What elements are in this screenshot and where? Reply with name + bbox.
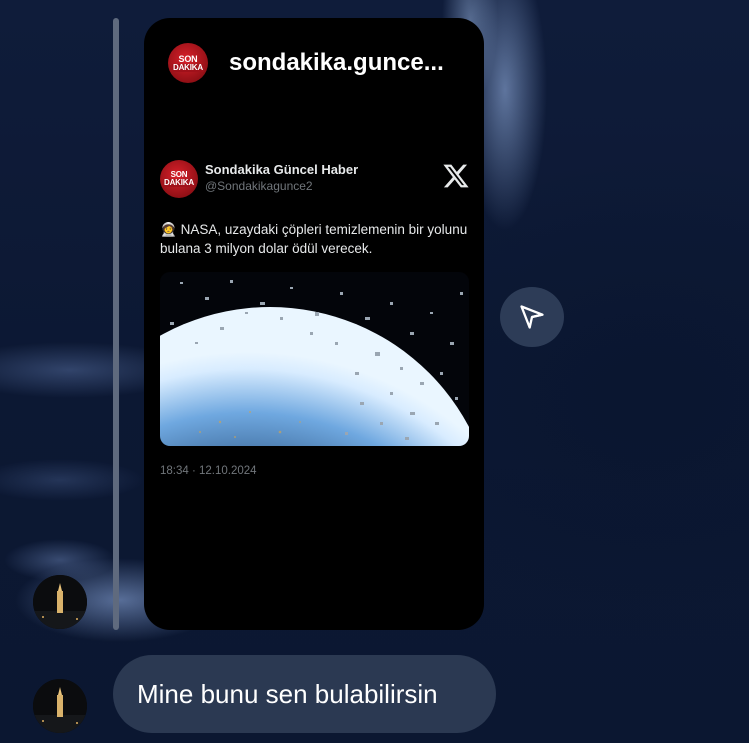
tweet-timestamp: 18:34 · 12.10.2024 xyxy=(160,465,257,477)
tweet-header: SON DAKIKA Sondakika Güncel Haber @Sonda… xyxy=(160,160,470,198)
logo-text-bottom: DAKIKA xyxy=(172,62,204,72)
shared-post-card[interactable]: SON DAKIKA sondakika.gunce... SON DAKIKA… xyxy=(144,18,484,630)
embedded-tweet: SON DAKIKA Sondakika Güncel Haber @Sonda… xyxy=(160,160,470,477)
tweet-author-avatar: SON DAKIKA xyxy=(160,160,198,198)
tweet-body: NASA, uzaydaki çöpleri temizlemenin bir … xyxy=(160,222,468,256)
earth-space-debris-image xyxy=(160,272,469,446)
share-button[interactable] xyxy=(500,287,564,347)
tweet-author-name: Sondakika Güncel Haber xyxy=(205,161,359,177)
reply-indicator-bar xyxy=(113,18,119,630)
tweet-author-handle: @Sondakikagunce2 xyxy=(205,178,313,193)
send-icon xyxy=(520,305,544,329)
message-bubble[interactable]: Mine bunu sen bulabilirsin xyxy=(113,655,496,733)
account-name[interactable]: sondakika.gunce... xyxy=(229,49,444,77)
sender-avatar[interactable] xyxy=(33,679,87,733)
astronaut-emoji: 🧑‍🚀 xyxy=(160,222,177,237)
shared-post-header[interactable]: SON DAKIKA sondakika.gunce... xyxy=(168,43,444,83)
logo-text-bottom: DAKIKA xyxy=(163,178,195,187)
tweet-text: 🧑‍🚀 NASA, uzaydaki çöpleri temizlemenin … xyxy=(160,220,470,258)
sender-avatar[interactable] xyxy=(33,575,87,629)
account-logo[interactable]: SON DAKIKA xyxy=(168,43,208,83)
x-logo-icon xyxy=(443,164,469,188)
